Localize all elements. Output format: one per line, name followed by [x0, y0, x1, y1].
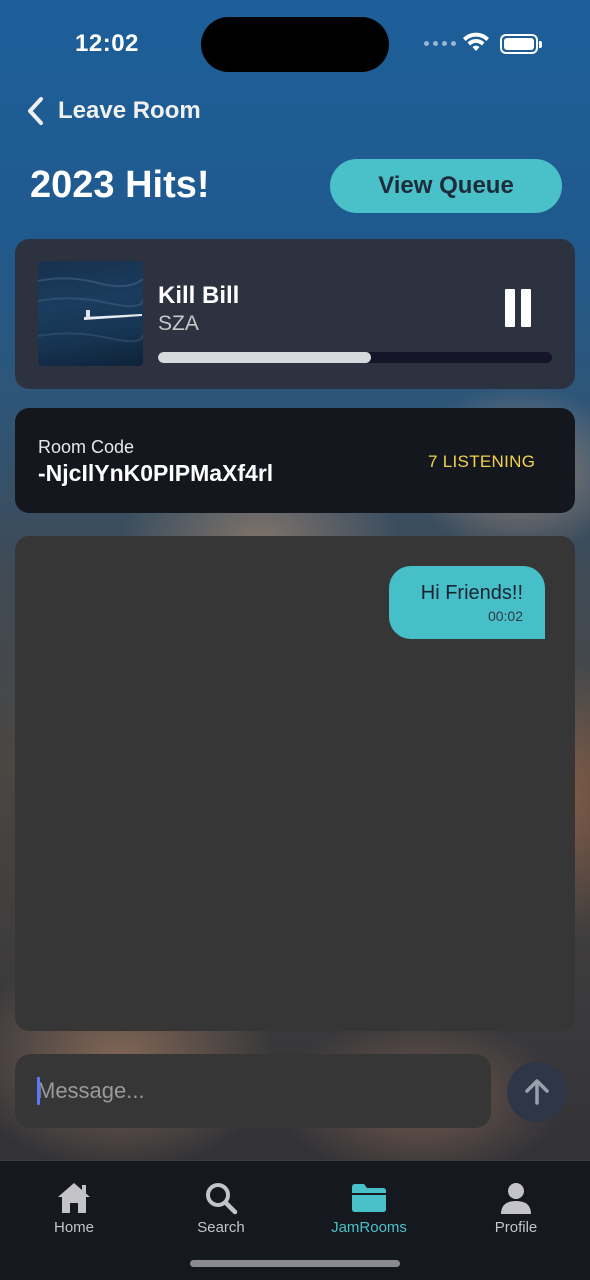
home-indicator — [190, 1260, 400, 1267]
tab-profile[interactable]: Profile — [456, 1181, 576, 1241]
track-artist: SZA — [158, 312, 199, 335]
message-composer — [15, 1054, 491, 1128]
room-code-label: Room Code — [38, 437, 135, 457]
tab-profile-label: Profile — [494, 1219, 538, 1236]
status-bar: 12:02 — [0, 0, 590, 90]
dynamic-island — [201, 17, 389, 72]
status-time: 12:02 — [75, 30, 139, 57]
pause-button[interactable] — [501, 289, 531, 329]
tab-home[interactable]: Home — [14, 1181, 134, 1241]
magnifier-icon — [206, 1183, 238, 1215]
listener-count: 7 LISTENING — [428, 452, 536, 471]
tab-search-label: Search — [197, 1219, 245, 1236]
house-icon — [58, 1183, 90, 1213]
tab-jamrooms-label: JamRooms — [331, 1219, 407, 1236]
person-icon — [501, 1183, 531, 1214]
tab-jamrooms[interactable]: JamRooms — [309, 1181, 429, 1241]
room-code-card: Room Code -NjcIlYnK0PIPMaXf4rl 7 LISTENI… — [15, 408, 575, 513]
message-input[interactable] — [37, 1071, 477, 1111]
leave-room-label: Leave Room — [58, 97, 201, 124]
now-playing-card: Kill Bill SZA — [15, 239, 575, 389]
arrow-up-icon — [525, 1079, 549, 1105]
tab-search[interactable]: Search — [161, 1181, 281, 1241]
battery-icon — [500, 34, 542, 54]
room-code-value[interactable]: -NjcIlYnK0PIPMaXf4rl — [38, 460, 273, 487]
pause-icon — [505, 289, 515, 327]
chevron-left-icon — [28, 97, 43, 125]
tab-home-label: Home — [53, 1219, 94, 1236]
message-time: 00:02 — [487, 608, 523, 624]
view-queue-button[interactable]: View Queue — [330, 159, 562, 213]
playback-progress-fill — [158, 352, 371, 363]
folder-icon — [352, 1184, 386, 1212]
track-title: Kill Bill — [158, 282, 240, 309]
album-art — [38, 261, 143, 366]
leave-room-button[interactable]: Leave Room — [26, 96, 201, 126]
room-title: 2023 Hits! — [30, 164, 210, 206]
message-bubble: Hi Friends!! 00:02 — [389, 566, 545, 639]
playback-progress-bar[interactable] — [158, 352, 552, 363]
send-button[interactable] — [507, 1062, 567, 1122]
cellular-signal-icon — [424, 41, 456, 46]
wifi-icon — [463, 32, 489, 51]
chat-panel[interactable]: Hi Friends!! 00:02 — [15, 536, 575, 1031]
text-caret — [37, 1077, 40, 1105]
message-text: Hi Friends!! — [420, 582, 523, 604]
